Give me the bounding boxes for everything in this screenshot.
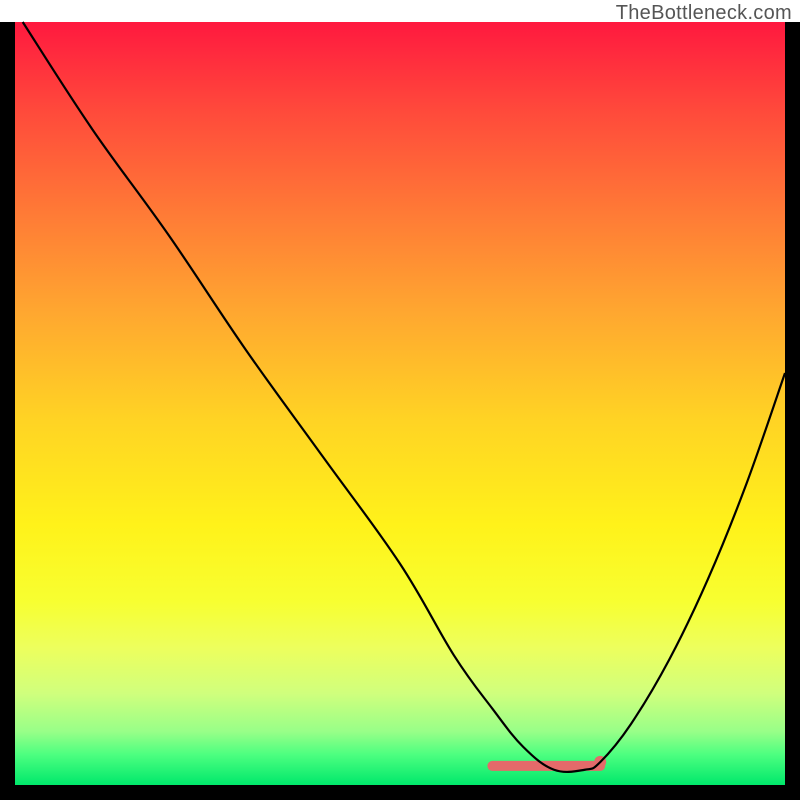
frame-bottom: [0, 785, 800, 800]
watermark-text: TheBottleneck.com: [616, 2, 792, 25]
frame-right: [785, 22, 800, 785]
bottleneck-curve: [23, 22, 785, 772]
flat-region-highlight: [492, 756, 606, 768]
chart-container: TheBottleneck.com: [0, 0, 800, 800]
chart-svg: [15, 22, 785, 785]
frame-left: [0, 22, 15, 785]
